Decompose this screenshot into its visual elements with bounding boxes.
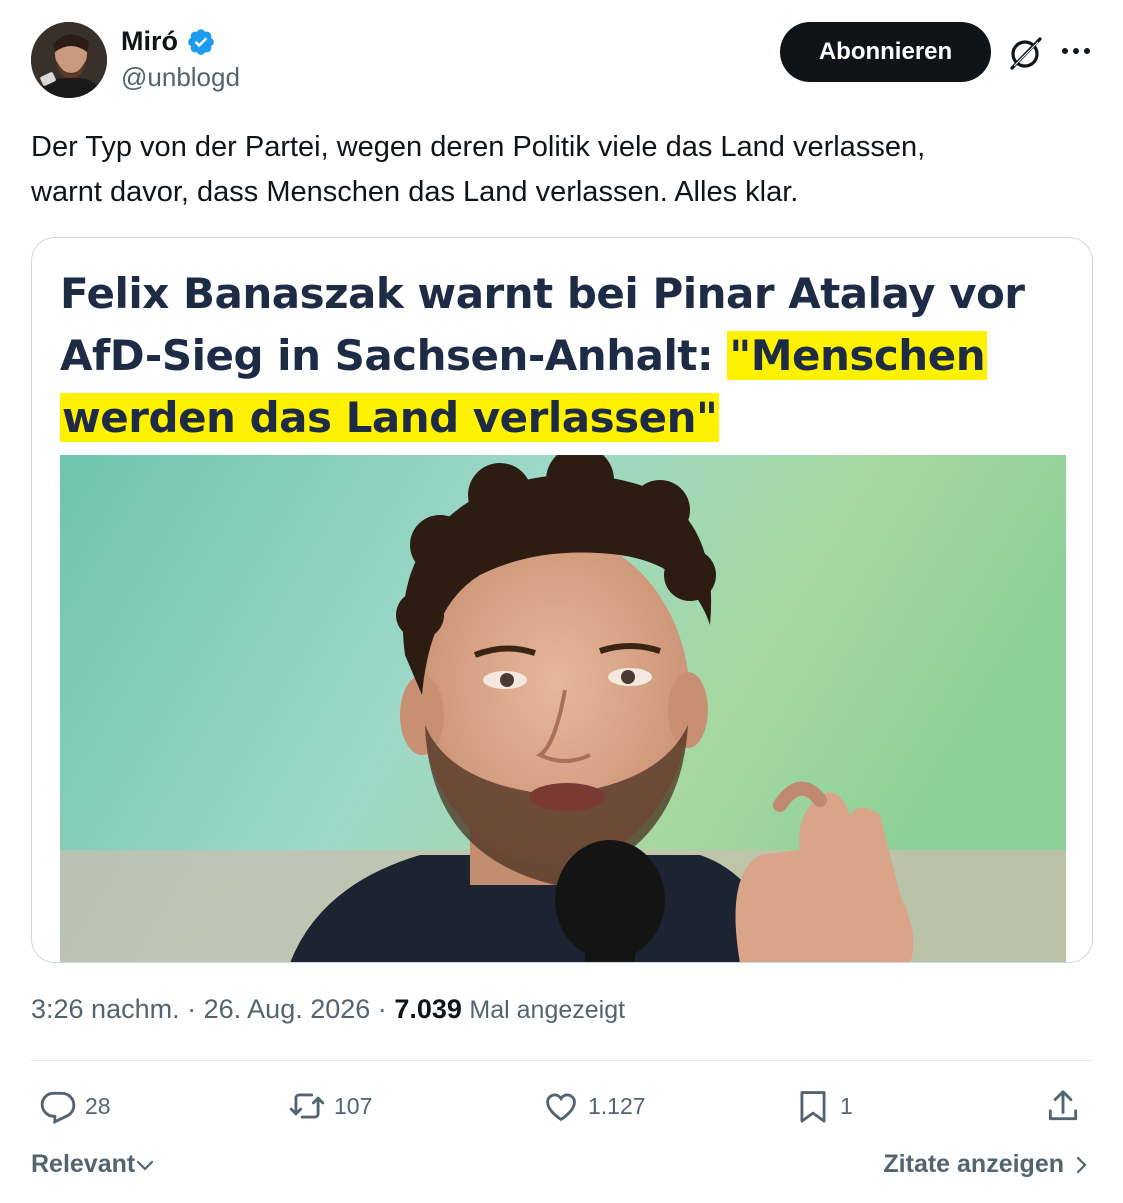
bookmark-count: 1 (840, 1092, 853, 1119)
tweet-text-line-2: warnt davor, dass Menschen das Land verl… (31, 176, 799, 208)
tweet-text-line-1: Der Typ von der Partei, wegen deren Poli… (31, 131, 926, 163)
display-name[interactable]: Miró (121, 26, 216, 57)
reply-count: 28 (85, 1092, 111, 1119)
repost-icon (289, 1093, 325, 1119)
avatar[interactable] (31, 22, 107, 98)
headline-highlight-2: werden das Land verlassen" (60, 393, 720, 442)
avatar-image (31, 22, 107, 98)
view-quotes-link[interactable]: Zitate anzeigen (883, 1150, 1092, 1179)
repost-count: 107 (334, 1092, 373, 1119)
grok-icon[interactable] (1005, 33, 1045, 73)
heart-icon (546, 1093, 576, 1122)
meta-separator-2: · (377, 994, 387, 1024)
tweet-text: Der Typ von der Partei, wegen deren Poli… (31, 125, 1091, 215)
headline-highlight-1: "Menschen (727, 331, 988, 380)
card-headline: Felix Banaszak warnt bei Pinar Atalay vo… (60, 263, 1060, 449)
more-icon[interactable] (1058, 36, 1094, 66)
like-count: 1.127 (588, 1092, 646, 1119)
meta-separator-1: · (187, 994, 197, 1024)
chevron-right-icon (1076, 1156, 1087, 1173)
display-name-text: Miró (121, 26, 178, 56)
card-photo (60, 455, 1066, 962)
tweet-meta: 3:26 nachm. · 26. Aug. 2026 · 7.039 Mal … (31, 994, 625, 1025)
quotes-label: Zitate anzeigen (883, 1150, 1064, 1178)
reply-button[interactable]: 28 (39, 1086, 111, 1126)
bookmark-icon (800, 1091, 826, 1123)
tweet-date[interactable]: 26. Aug. 2026 (204, 994, 371, 1024)
verified-badge-icon[interactable] (186, 27, 216, 57)
follow-button[interactable]: Abonnieren (780, 22, 991, 82)
repost-button[interactable]: 107 (288, 1086, 372, 1126)
share-button[interactable] (1044, 1086, 1082, 1126)
handle[interactable]: @unblogd (121, 62, 240, 93)
speaker-photo (60, 455, 1066, 962)
reply-icon (40, 1091, 76, 1125)
chevron-down-icon (137, 1160, 154, 1171)
tweet-time[interactable]: 3:26 nachm. (31, 994, 180, 1024)
tweet: Miró @unblogd Abonnieren Der Typ von der… (0, 0, 1123, 1203)
views-count: 7.039 (394, 994, 462, 1024)
bookmark-button[interactable]: 1 (794, 1086, 853, 1126)
views-label: Mal angezeigt (469, 996, 626, 1024)
like-button[interactable]: 1.127 (542, 1086, 646, 1126)
media-card[interactable]: Felix Banaszak warnt bei Pinar Atalay vo… (31, 237, 1093, 963)
sort-label: Relevant (31, 1150, 136, 1178)
divider (31, 1060, 1093, 1061)
share-icon (1048, 1090, 1078, 1121)
sort-dropdown[interactable]: Relevant (31, 1150, 155, 1179)
